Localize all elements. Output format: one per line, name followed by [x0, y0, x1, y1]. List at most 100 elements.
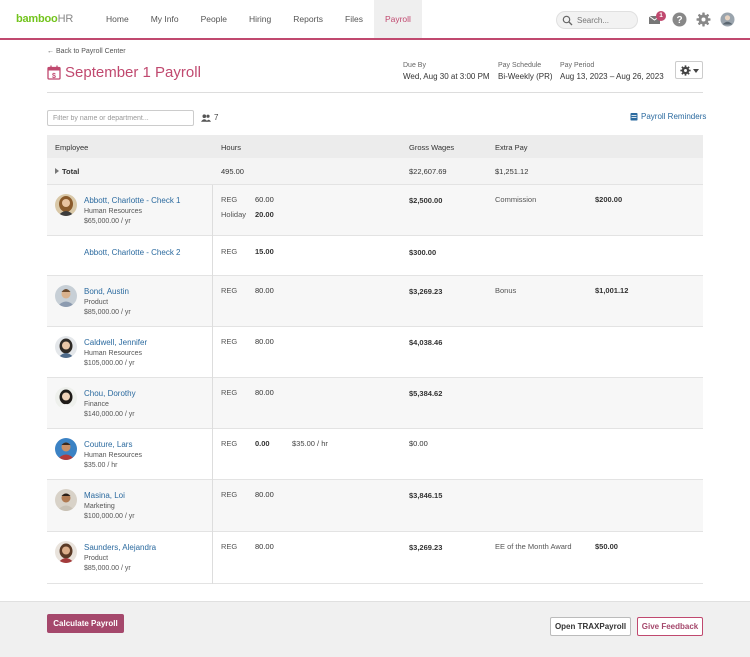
inbox-count-badge: 1	[656, 11, 666, 21]
open-traxpayroll-button[interactable]: Open TRAXPayroll	[550, 617, 631, 636]
pay-period-label: Pay Period	[560, 62, 595, 69]
calculate-payroll-button[interactable]: Calculate Payroll	[47, 614, 124, 633]
payroll-table: Employee Hours Gross Wages Extra Pay Tot…	[47, 135, 703, 584]
hourly-rate: $35.00 / hr	[292, 439, 328, 448]
employee-department: Finance	[84, 401, 109, 408]
employee-name-link[interactable]: Saunders, Alejandra	[84, 543, 156, 552]
employee-filter-input[interactable]	[47, 110, 194, 126]
hours-type: REG	[221, 286, 238, 295]
employee-count: 7	[201, 113, 218, 122]
column-header-hours: Hours	[221, 143, 242, 152]
nav-hiring[interactable]: Hiring	[238, 0, 282, 38]
employee-department: Human Resources	[84, 350, 142, 357]
nav-my-info[interactable]: My Info	[140, 0, 190, 38]
nav-files[interactable]: Files	[334, 0, 374, 38]
table-row: Bond, Austin Product $85,000.00 / yr REG…	[47, 276, 703, 327]
back-to-payroll-center-link[interactable]: ← Back to Payroll Center	[47, 48, 126, 55]
calendar-icon	[630, 113, 638, 121]
hours-type: REG	[221, 195, 238, 204]
gross-wages: $4,038.46	[409, 338, 443, 347]
gross-wages: $0.00	[409, 439, 428, 448]
search-input[interactable]	[577, 15, 635, 26]
avatar	[55, 541, 77, 563]
due-by: Due By Wed, Aug 30 at 3:00 PM	[403, 62, 490, 81]
hourly-rate-value: $35.00	[292, 439, 315, 448]
gear-icon	[680, 65, 691, 76]
extra-pay-label: Bonus	[495, 286, 517, 295]
gross-wages: $300.00	[409, 248, 437, 257]
svg-text:$: $	[52, 73, 56, 80]
employee-name-link[interactable]: Abbott, Charlotte - Check 1	[84, 196, 181, 205]
extra-pay-value: $50.00	[595, 542, 618, 551]
total-row[interactable]: Total 495.00 $22,607.69 $1,251.12	[47, 158, 703, 185]
avatar	[55, 387, 77, 409]
column-header-extra-pay: Extra Pay	[495, 143, 528, 152]
svg-text:?: ?	[676, 15, 682, 26]
pay-period: Pay Period Aug 13, 2023 – Aug 26, 2023	[560, 62, 664, 81]
calendar-dollar-icon: $	[47, 65, 61, 80]
employee-department: Product	[84, 555, 109, 562]
extra-pay-label: EE of the Month Award	[495, 542, 572, 551]
hours-value: 80.00	[255, 337, 274, 346]
hours-value: 0.00	[255, 439, 270, 448]
employee-name-link[interactable]: Couture, Lars	[84, 440, 132, 449]
employee-column-divider	[212, 185, 213, 584]
top-navigation: bambooHR Home My Info People Hiring Repo…	[0, 0, 750, 40]
help-icon[interactable]: ?	[672, 12, 687, 27]
avatar	[55, 194, 77, 216]
hours-type: REG	[221, 490, 238, 499]
give-feedback-button[interactable]: Give Feedback	[637, 617, 703, 636]
extra-pay-value: $1,001.12	[595, 286, 629, 295]
footer-action-bar: Calculate Payroll Open TRAXPayroll Give …	[0, 601, 750, 657]
hours-value: 20.00	[255, 210, 274, 219]
payroll-reminders-label: Payroll Reminders	[641, 112, 707, 121]
nav-payroll[interactable]: Payroll	[373, 0, 422, 38]
total-gross: $22,607.69	[409, 167, 447, 176]
employee-name-link[interactable]: Abbott, Charlotte - Check 2	[84, 248, 181, 257]
hours-type: REG	[221, 388, 238, 397]
expand-caret-icon[interactable]	[55, 168, 59, 174]
hours-type: REG	[221, 337, 238, 346]
page-title: September 1 Payroll	[65, 64, 201, 81]
due-by-label: Due By	[403, 62, 426, 69]
employee-salary: $105,000.00 / yr	[84, 360, 135, 367]
table-row: Couture, Lars Human Resources $35.00 / h…	[47, 429, 703, 480]
table-row: Caldwell, Jennifer Human Resources $105,…	[47, 327, 703, 378]
payroll-settings-button[interactable]	[675, 61, 703, 79]
user-avatar-icon[interactable]	[720, 12, 735, 27]
employee-salary: $100,000.00 / yr	[84, 513, 135, 520]
employee-name-link[interactable]: Chou, Dorothy	[84, 389, 136, 398]
employee-salary: $85,000.00 / yr	[84, 565, 131, 572]
nav-people[interactable]: People	[190, 0, 238, 38]
employee-name-link[interactable]: Caldwell, Jennifer	[84, 338, 147, 347]
total-label: Total	[62, 167, 80, 176]
hours-value: 60.00	[255, 195, 274, 204]
table-row: Masina, Loi Marketing $100,000.00 / yr R…	[47, 480, 703, 532]
employee-name-link[interactable]: Masina, Loi	[84, 491, 125, 500]
employee-salary: $35.00 / hr	[84, 462, 118, 469]
bamboohr-logo[interactable]: bambooHR	[16, 13, 73, 25]
due-by-value: Wed, Aug 30 at 3:00 PM	[403, 72, 490, 81]
hours-value: 80.00	[255, 388, 274, 397]
settings-gear-icon[interactable]	[696, 12, 711, 27]
hours-type: Holiday	[221, 210, 247, 219]
nav-reports[interactable]: Reports	[282, 0, 334, 38]
header-divider	[47, 92, 703, 93]
employee-salary: $140,000.00 / yr	[84, 411, 135, 418]
employee-department: Human Resources	[84, 208, 142, 215]
nav-home[interactable]: Home	[95, 0, 140, 38]
employee-name-link[interactable]: Bond, Austin	[84, 287, 129, 296]
total-hours: 495.00	[221, 167, 244, 176]
hours-type: REG	[221, 247, 238, 256]
extra-pay-value: $200.00	[595, 195, 623, 204]
global-search[interactable]	[556, 11, 638, 29]
people-icon	[201, 113, 211, 122]
caret-down-icon	[693, 69, 699, 73]
extra-pay-label: Commission	[495, 195, 537, 204]
hours-value: 80.00	[255, 542, 274, 551]
payroll-reminders-link[interactable]: Payroll Reminders	[630, 112, 706, 121]
pay-schedule-value: Bi-Weekly (PR)	[498, 72, 553, 81]
gross-wages: $3,269.23	[409, 287, 443, 296]
hours-type: REG	[221, 542, 238, 551]
main-nav: Home My Info People Hiring Reports Files…	[95, 0, 422, 38]
